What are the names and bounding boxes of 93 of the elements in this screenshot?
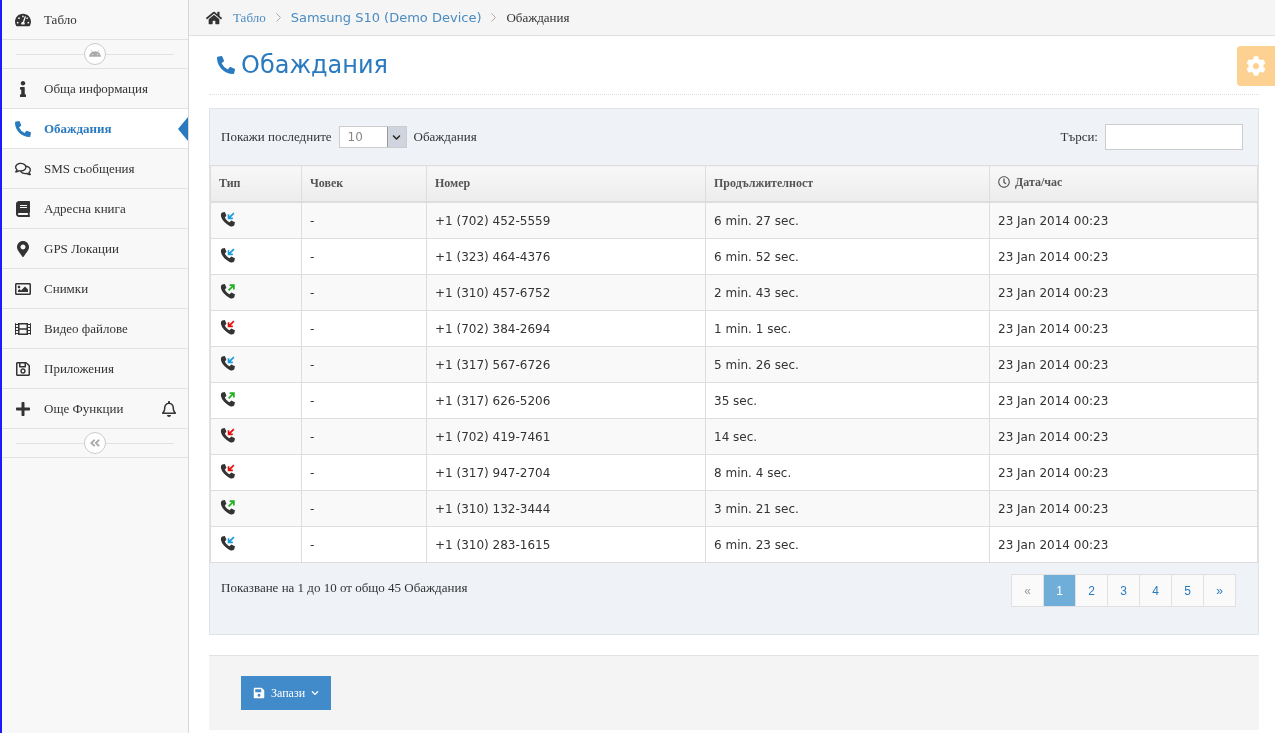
page-title: Обаждания <box>241 51 389 79</box>
breadcrumb-link[interactable]: Samsung S10 (Demo Device) <box>290 10 482 25</box>
column-header[interactable]: Човек <box>301 165 427 202</box>
sidebar-icon <box>14 400 32 417</box>
column-header[interactable]: Номер <box>426 165 706 202</box>
sidebar-icon <box>14 160 32 177</box>
chevron-icon <box>275 13 281 22</box>
table-cell: +1 (702) 419-7461 <box>426 418 706 455</box>
table-cell: 5 min. 26 sec. <box>705 346 990 383</box>
table-cell: - <box>301 346 427 383</box>
sidebar-icon <box>14 200 32 217</box>
table-cell: +1 (310) 132-3444 <box>426 490 706 527</box>
table-cell: 23 Jan 2014 00:23 <box>989 274 1258 311</box>
sidebar-label: SMS съобщения <box>44 160 136 177</box>
table-cell: +1 (317) 947-2704 <box>426 454 706 491</box>
table-cell: +1 (702) 384-2694 <box>426 310 706 347</box>
table-cell: - <box>301 526 427 563</box>
page-button[interactable]: 5 <box>1171 574 1204 607</box>
table-cell: 6 min. 52 sec. <box>705 238 990 275</box>
sidebar-icon <box>14 120 32 137</box>
phone-icon <box>217 55 235 75</box>
table-cell: 6 min. 27 sec. <box>705 202 990 239</box>
collapse-icon[interactable] <box>84 432 106 454</box>
table-cell: 2 min. 43 sec. <box>705 274 990 311</box>
android-icon <box>84 43 106 65</box>
table-cell: 1 min. 1 sec. <box>705 310 990 347</box>
caret-icon <box>392 132 402 142</box>
bell-icon[interactable] <box>160 400 178 417</box>
page-button[interactable]: 3 <box>1107 574 1140 607</box>
table-cell: - <box>301 454 427 491</box>
column-header[interactable]: Тип <box>210 165 302 202</box>
page-button[interactable]: 4 <box>1139 574 1172 607</box>
sidebar-icon <box>14 240 32 257</box>
save-button[interactable]: Запази <box>241 676 332 710</box>
settings-button[interactable] <box>1237 46 1275 86</box>
sidebar-label: Обаждания <box>44 120 113 137</box>
home-icon[interactable] <box>205 9 223 26</box>
column-header[interactable]: Дата/час <box>989 165 1258 202</box>
table-cell: - <box>301 418 427 455</box>
sidebar-label: Обща информация <box>44 80 149 97</box>
sidebar-icon <box>14 320 32 337</box>
table-cell: +1 (317) 567-6726 <box>426 346 706 383</box>
table-cell: - <box>301 382 427 419</box>
table-cell: 23 Jan 2014 00:23 <box>989 382 1258 419</box>
table-cell: +1 (323) 464-4376 <box>426 238 706 275</box>
show-label: Покажи последните <box>221 129 332 145</box>
search-field[interactable] <box>1105 124 1243 150</box>
search-label: Търси: <box>1060 129 1098 145</box>
table-cell: - <box>301 310 427 347</box>
table-cell: 23 Jan 2014 00:23 <box>989 454 1258 491</box>
table-cell: +1 (317) 626-5206 <box>426 382 706 419</box>
table-cell: +1 (310) 283-1615 <box>426 526 706 563</box>
sidebar-label: Адресна книга <box>44 200 127 217</box>
show-suffix: Обаждания <box>413 129 477 145</box>
sidebar-label: Табло <box>44 11 77 28</box>
sidebar-icon <box>14 280 32 297</box>
table-cell: - <box>301 490 427 527</box>
table-info: Показване на 1 до 10 от общо 45 Обаждания <box>221 580 468 596</box>
table-cell: 23 Jan 2014 00:23 <box>989 526 1258 563</box>
table-cell: 23 Jan 2014 00:23 <box>989 346 1258 383</box>
next-page-button[interactable]: » <box>1203 574 1236 607</box>
table-cell: 23 Jan 2014 00:23 <box>989 202 1258 239</box>
dashboard-icon <box>14 11 32 28</box>
table-cell: 23 Jan 2014 00:23 <box>989 238 1258 275</box>
sidebar-label: Още Функции <box>44 400 125 417</box>
breadcrumb-current: Обаждания <box>506 9 570 26</box>
table-cell: - <box>301 274 427 311</box>
sidebar-label: Приложения <box>44 360 115 377</box>
column-header[interactable]: Продължителност <box>705 165 990 202</box>
sidebar-label: Снимки <box>44 280 90 297</box>
table-cell: 23 Jan 2014 00:23 <box>989 418 1258 455</box>
clock-icon <box>998 176 1010 189</box>
table-cell: 6 min. 23 sec. <box>705 526 990 563</box>
table-cell: +1 (702) 452-5559 <box>426 202 706 239</box>
table-cell: +1 (310) 457-6752 <box>426 274 706 311</box>
sidebar-item[interactable]: Обаждания <box>2 109 188 149</box>
caret-icon <box>311 689 320 697</box>
breadcrumb-link[interactable]: Табло <box>233 9 266 26</box>
sidebar-icon <box>14 360 32 377</box>
table-cell: 3 min. 21 sec. <box>705 490 990 527</box>
table-cell: 8 min. 4 sec. <box>705 454 990 491</box>
sidebar-label: Видео файлове <box>44 320 129 337</box>
table-cell: 14 sec. <box>705 418 990 455</box>
table-cell: - <box>301 202 427 239</box>
page-button[interactable]: 2 <box>1075 574 1108 607</box>
table-cell: 23 Jan 2014 00:23 <box>989 490 1258 527</box>
table-cell: 35 sec. <box>705 382 990 419</box>
sidebar-label: GPS Локации <box>44 240 120 257</box>
gear-icon <box>1246 56 1266 76</box>
page-size-select[interactable]: 10 <box>338 126 407 148</box>
table-cell: 23 Jan 2014 00:23 <box>989 310 1258 347</box>
chevron-icon <box>491 13 497 22</box>
table-cell: - <box>301 238 427 275</box>
